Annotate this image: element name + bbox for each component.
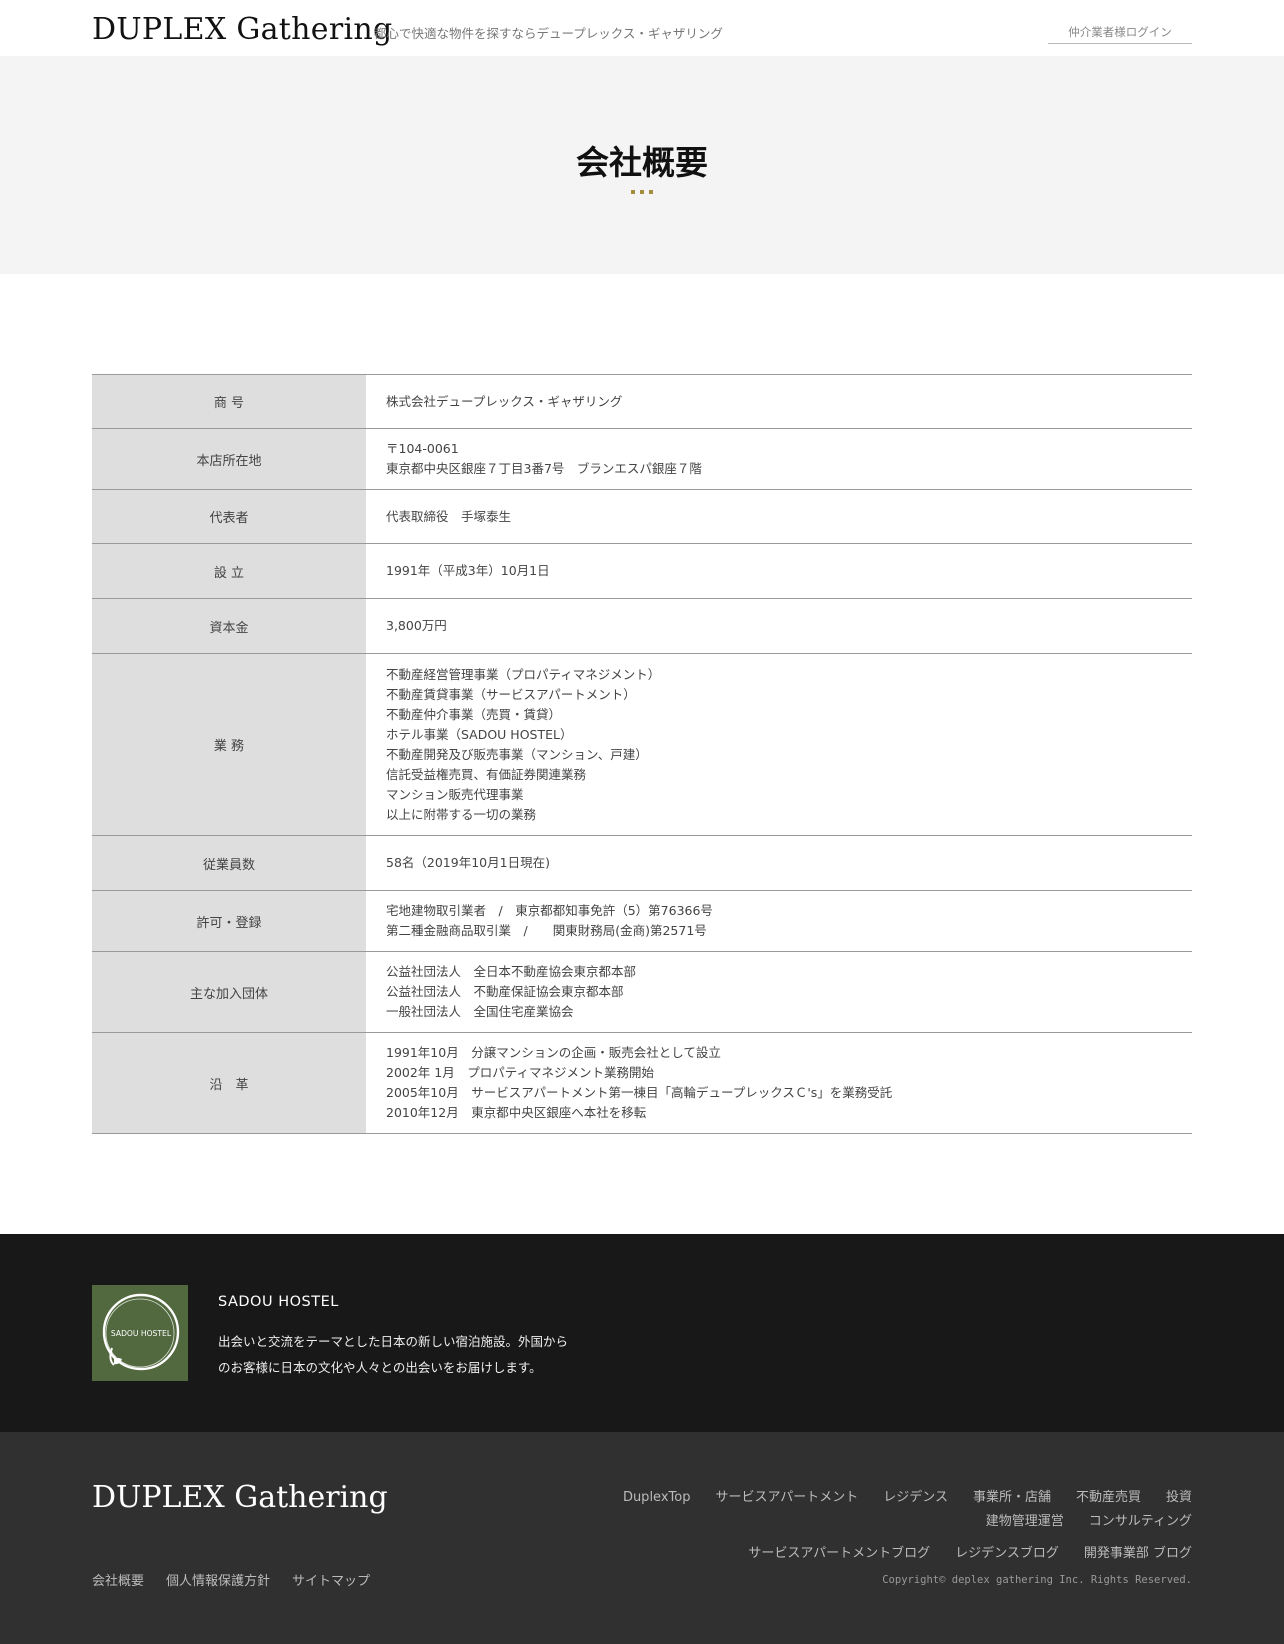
row-value: 3,800万円 xyxy=(366,599,1192,653)
row-value-line: 株式会社デュープレックス・ギャザリング xyxy=(386,393,623,409)
row-value-line: 信託受益権売買、有価証券関連業務 xyxy=(386,766,587,782)
row-value-line: 58名（2019年10月1日現在) xyxy=(386,855,550,870)
row-value: 代表取締役 手塚泰生 xyxy=(366,490,1192,543)
footer-nav-real-estate-sales[interactable]: 不動産売買 xyxy=(1076,1486,1141,1510)
footer-main-nav: DuplexTop サービスアパートメント レジデンス 事業所・店舗 不動産売買… xyxy=(520,1486,1192,1534)
row-value-line: 2010年12月 東京都中央区銀座へ本社を移転 xyxy=(386,1105,647,1120)
footer-nav-service-apartment[interactable]: サービスアパートメント xyxy=(715,1486,858,1510)
row-value-line: 東京都中央区銀座７丁目3番7号 ブランエスパ銀座７階 xyxy=(386,461,702,476)
site-logo[interactable]: DUPLEX Gathering xyxy=(92,12,392,47)
table-row: 主な加入団体 公益社団法人 全日本不動産協会東京都本部 公益社団法人 不動産保証協会… xyxy=(92,952,1192,1033)
row-value-line: マンション販売代理事業 xyxy=(386,786,524,802)
footer-nav-residence-blog[interactable]: レジデンスブログ xyxy=(955,1542,1059,1561)
footer-nav-duplextop[interactable]: DuplexTop xyxy=(623,1486,691,1510)
footer-link-sitemap[interactable]: サイトマップ xyxy=(292,1570,370,1589)
row-value: 〒104-0061 東京都中央区銀座７丁目3番7号 ブランエスパ銀座７階 xyxy=(366,429,1192,489)
title-accent-dots xyxy=(631,190,653,194)
page-title: 会社概要 xyxy=(576,143,708,182)
svg-text:SADOU HOSTEL: SADOU HOSTEL xyxy=(111,1329,172,1338)
row-label: 沿 革 xyxy=(92,1033,366,1133)
footer-logo[interactable]: DUPLEX Gathering xyxy=(92,1480,388,1515)
table-row: 代表者 代表取締役 手塚泰生 xyxy=(92,490,1192,544)
table-row: 設 立 1991年（平成3年）10月1日 xyxy=(92,544,1192,599)
row-value-line: 一般社団法人 全国住宅産業協会 xyxy=(386,1004,574,1019)
row-label: 本店所在地 xyxy=(92,429,366,489)
agent-login-link[interactable]: 仲介業者様ログイン xyxy=(1048,24,1192,44)
hostel-description: 出会いと交流をテーマとした日本の新しい宿泊施設。外国から のお客様に日本の文化や… xyxy=(218,1334,569,1375)
footer-nav-consulting[interactable]: コンサルティング xyxy=(1089,1510,1192,1534)
hostel-promo: SADOU HOSTEL SADOU HOSTEL 出会いと交流をテーマとした日… xyxy=(0,1234,1284,1432)
row-value-line: 〒104-0061 xyxy=(386,441,459,456)
row-value-line: 不動産開発及び販売事業（マンション、戸建） xyxy=(386,746,648,762)
table-row: 沿 革 1991年10月 分譲マンションの企画・販売会社として設立 2002年 1月… xyxy=(92,1033,1192,1134)
row-value-line: 公益社団法人 全日本不動産協会東京都本部 xyxy=(386,964,637,979)
footer-link-privacy[interactable]: 個人情報保護方針 xyxy=(166,1570,270,1589)
row-label: 主な加入団体 xyxy=(92,952,366,1032)
footer-nav-service-apartment-blog[interactable]: サービスアパートメントブログ xyxy=(748,1542,930,1561)
row-value-line: ホテル事業（SADOU HOSTEL） xyxy=(386,726,573,742)
copyright: Copyright© deplex gathering Inc. Rights … xyxy=(882,1574,1192,1586)
row-value: 宅地建物取引業者 / 東京都都知事免許（5）第76366号 第二種金融商品取引業 … xyxy=(366,891,1192,951)
row-value: 公益社団法人 全日本不動産協会東京都本部 公益社団法人 不動産保証協会東京都本部一… xyxy=(366,952,1192,1032)
page-hero: 会社概要 xyxy=(0,56,1284,274)
row-value: 1991年（平成3年）10月1日 xyxy=(366,544,1192,598)
row-label: 設 立 xyxy=(92,544,366,598)
footer-nav-office-store[interactable]: 事業所・店舗 xyxy=(973,1486,1051,1510)
row-value-line: 不動産賃貸事業（サービスアパートメント） xyxy=(386,686,636,702)
table-row: 本店所在地 〒104-0061 東京都中央区銀座７丁目3番7号 ブランエスパ銀座７階 xyxy=(92,429,1192,490)
row-value-line: 2002年 1月 プロパティマネジメント業務開始 xyxy=(386,1065,654,1080)
footer-nav-development-blog[interactable]: 開発事業部 ブログ xyxy=(1084,1542,1192,1561)
row-value-line: 以上に附帯する一切の業務 xyxy=(386,806,537,822)
row-value-line: 不動産経営管理事業（プロパティマネジメント） xyxy=(386,666,661,682)
site-tagline: 都心で快適な物件を探すならデュープレックス・ギャザリング xyxy=(374,26,723,41)
sadou-hostel-logo[interactable]: SADOU HOSTEL xyxy=(92,1285,188,1381)
row-value-line: 3,800万円 xyxy=(386,618,447,633)
site-header: DUPLEX Gathering 都心で快適な物件を探すならデュープレックス・ギ… xyxy=(0,0,1284,56)
row-value: 58名（2019年10月1日現在) xyxy=(366,836,1192,890)
company-info-table: 商 号 株式会社デュープレックス・ギャザリング本店所在地 〒104-0061 東京都中… xyxy=(92,374,1192,1134)
table-row: 商 号 株式会社デュープレックス・ギャザリング xyxy=(92,375,1192,429)
row-value-line: 公益社団法人 不動産保証協会東京都本部 xyxy=(386,984,624,999)
row-value-line: 2005年10月 サービスアパートメント第一棟目「高輪デュープレックスＣ's」を… xyxy=(386,1085,893,1100)
table-row: 従業員数 58名（2019年10月1日現在) xyxy=(92,836,1192,891)
row-value-line: 1991年10月 分譲マンションの企画・販売会社として設立 xyxy=(386,1045,721,1060)
row-label: 従業員数 xyxy=(92,836,366,890)
footer-link-company[interactable]: 会社概要 xyxy=(92,1570,144,1589)
hostel-title[interactable]: SADOU HOSTEL xyxy=(218,1294,339,1310)
row-value: 不動産経営管理事業（プロパティマネジメント） 不動産賃貸事業（サービスアパートメン… xyxy=(366,654,1192,835)
footer-nav-residence[interactable]: レジデンス xyxy=(883,1486,948,1510)
table-row: 許可・登録 宅地建物取引業者 / 東京都都知事免許（5）第76366号 第二種金融商… xyxy=(92,891,1192,952)
row-value-line: 1991年（平成3年）10月1日 xyxy=(386,563,550,578)
footer-nav-investment[interactable]: 投資 xyxy=(1166,1486,1192,1510)
row-label: 業 務 xyxy=(92,654,366,835)
row-value: 1991年10月 分譲マンションの企画・販売会社として設立 2002年 1月 プロ… xyxy=(366,1033,1192,1133)
row-label: 資本金 xyxy=(92,599,366,653)
table-row: 業 務 不動産経営管理事業（プロパティマネジメント） 不動産賃貸事業（サービスアパー… xyxy=(92,654,1192,836)
row-value-line: 不動産仲介事業（売買・賃貸） xyxy=(386,706,562,722)
footer-nav-building-management[interactable]: 建物管理運営 xyxy=(986,1510,1064,1534)
row-value-line: 代表取締役 手塚泰生 xyxy=(386,508,512,524)
row-value: 株式会社デュープレックス・ギャザリング xyxy=(366,375,1192,428)
row-label: 商 号 xyxy=(92,375,366,428)
site-footer: DUPLEX Gathering DuplexTop サービスアパートメント レ… xyxy=(0,1432,1284,1644)
row-value-line: 第二種金融商品取引業 / 関東財務局(金商)第2571号 xyxy=(386,923,707,938)
row-value-line: 宅地建物取引業者 / 東京都都知事免許（5）第76366号 xyxy=(386,903,713,918)
row-label: 許可・登録 xyxy=(92,891,366,951)
footer-sub-links: 会社概要 個人情報保護方針 サイトマップ xyxy=(92,1570,392,1589)
row-label: 代表者 xyxy=(92,490,366,543)
table-row: 資本金 3,800万円 xyxy=(92,599,1192,654)
footer-blog-nav: サービスアパートメントブログ レジデンスブログ 開発事業部 ブログ xyxy=(520,1542,1192,1561)
